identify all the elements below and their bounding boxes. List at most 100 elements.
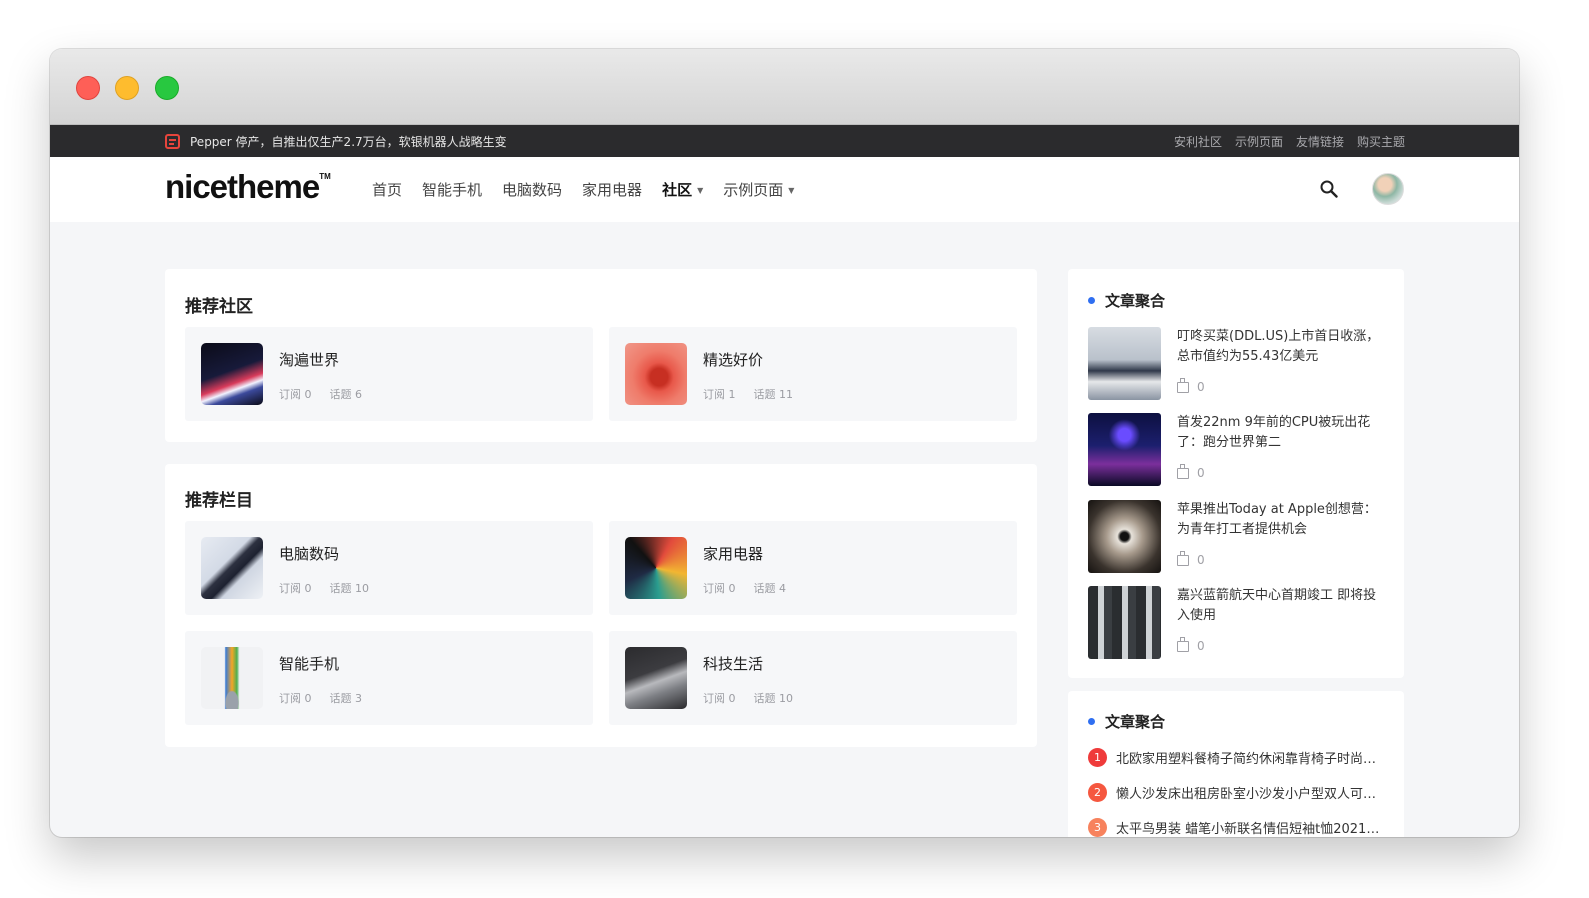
news-text[interactable]: Pepper 停产，自推出仅生产2.7万台，软银机器人战略生变 — [190, 133, 507, 150]
like-count: 0 — [1197, 466, 1205, 480]
user-avatar[interactable] — [1372, 173, 1404, 205]
maximize-window-button[interactable] — [155, 76, 179, 100]
sidebar-title-text: 文章聚合 — [1105, 292, 1166, 310]
main-nav: 首页 智能手机 电脑数码 家用电器 社区 ▼ 示例页面 ▼ — [372, 157, 794, 222]
browser-window: Pepper 停产，自推出仅生产2.7万台，软银机器人战略生变 安利社区 示例页… — [50, 49, 1519, 837]
ranking-item[interactable]: 1 北欧家用塑料餐椅子简约休闲靠背椅子时尚现代创意 — [1088, 746, 1384, 768]
nav-home[interactable]: 首页 — [372, 179, 402, 200]
card-title: 推荐栏目 — [185, 491, 253, 511]
post-like-count: 0 — [1177, 377, 1205, 394]
recommended-columns-card: 推荐栏目 电脑数码 订阅 0 话题 10 家用电器 订阅 0 话题 4 智能手机… — [165, 464, 1037, 747]
site-logo[interactable]: nicethemeTM — [165, 168, 331, 206]
topic-count: 话题 10 — [329, 582, 370, 595]
column-thumbnail — [625, 647, 687, 709]
community-item[interactable]: 淘遍世界 订阅 0 话题 6 — [185, 327, 593, 421]
post-item[interactable]: 苹果推出Today at Apple创想营：为青年打工者提供机会 0 — [1088, 500, 1384, 574]
post-item[interactable]: 叮咚买菜(DDL.US)上市首日收涨，总市值约为55.43亿美元 0 — [1088, 327, 1384, 401]
rank-badge: 2 — [1088, 782, 1107, 802]
column-item[interactable]: 电脑数码 订阅 0 话题 10 — [185, 521, 593, 615]
subscribe-count: 订阅 0 — [279, 582, 312, 595]
bullet-dot-icon — [1088, 718, 1095, 725]
sidebar-posts-card: 文章聚合 叮咚买菜(DDL.US)上市首日收涨，总市值约为55.43亿美元 0 … — [1068, 269, 1404, 678]
topic-count: 话题 3 — [329, 692, 363, 705]
column-item[interactable]: 科技生活 订阅 0 话题 10 — [609, 631, 1017, 725]
subscribe-count: 订阅 0 — [703, 692, 736, 705]
post-title[interactable]: 叮咚买菜(DDL.US)上市首日收涨，总市值约为55.43亿美元 — [1177, 327, 1382, 367]
column-name: 科技生活 — [703, 655, 764, 673]
window-titlebar — [50, 49, 1519, 125]
post-title[interactable]: 苹果推出Today at Apple创想营：为青年打工者提供机会 — [1177, 500, 1382, 540]
logo-text: nicetheme — [165, 168, 320, 205]
like-icon — [1177, 377, 1189, 393]
like-icon — [1177, 463, 1189, 479]
post-item[interactable]: 首发22nm 9年前的CPU被玩出花了：跑分世界第二 0 — [1088, 413, 1384, 487]
ranking-item[interactable]: 2 懒人沙发床出租房卧室小沙发小户型双人可折叠 — [1088, 781, 1384, 803]
nav-sample-page-label: 示例页面 — [723, 181, 784, 199]
top-link-community[interactable]: 安利社区 — [1174, 133, 1222, 150]
topic-count: 话题 4 — [753, 582, 787, 595]
nav-smartphone[interactable]: 智能手机 — [422, 179, 482, 200]
column-thumbnail — [201, 537, 263, 599]
top-bar: Pepper 停产，自推出仅生产2.7万台，软银机器人战略生变 安利社区 示例页… — [50, 125, 1519, 157]
post-like-count: 0 — [1177, 636, 1205, 653]
site-header: nicethemeTM 首页 智能手机 电脑数码 家用电器 社区 ▼ 示例页面 ▼ — [50, 157, 1519, 222]
chevron-down-icon: ▼ — [788, 186, 795, 195]
post-thumbnail — [1088, 327, 1161, 400]
column-name: 家用电器 — [703, 545, 764, 563]
community-thumbnail — [625, 343, 687, 405]
news-icon — [165, 133, 180, 149]
column-meta: 订阅 0 话题 10 — [703, 690, 793, 706]
ranking-text: 太平鸟男装 蜡笔小新联名情侣短袖t恤2021夏季新款 — [1116, 821, 1384, 837]
nav-computer-digital[interactable]: 电脑数码 — [502, 179, 562, 200]
sidebar-title: 文章聚合 — [1088, 711, 1165, 732]
community-item[interactable]: 精选好价 订阅 1 话题 11 — [609, 327, 1017, 421]
column-meta: 订阅 0 话题 3 — [279, 690, 362, 706]
top-link-buy-theme[interactable]: 购买主题 — [1357, 133, 1405, 150]
post-title[interactable]: 首发22nm 9年前的CPU被玩出花了：跑分世界第二 — [1177, 413, 1382, 453]
close-window-button[interactable] — [76, 76, 100, 100]
column-thumbnail — [201, 647, 263, 709]
nav-home-appliance[interactable]: 家用电器 — [582, 179, 642, 200]
search-icon[interactable] — [1320, 180, 1338, 198]
bullet-dot-icon — [1088, 297, 1095, 304]
chevron-down-icon: ▼ — [697, 186, 704, 195]
ranking-text: 北欧家用塑料餐椅子简约休闲靠背椅子时尚现代创意 — [1116, 751, 1384, 767]
post-item[interactable]: 嘉兴蓝箭航天中心首期竣工 即将投入使用 0 — [1088, 586, 1384, 660]
card-title: 推荐社区 — [185, 297, 253, 317]
top-links: 安利社区 示例页面 友情链接 购买主题 — [1174, 125, 1405, 157]
top-link-friend-links[interactable]: 友情链接 — [1296, 133, 1344, 150]
recommended-community-card: 推荐社区 淘遍世界 订阅 0 话题 6 精选好价 订阅 1 话题 11 — [165, 269, 1037, 442]
column-item[interactable]: 智能手机 订阅 0 话题 3 — [185, 631, 593, 725]
topic-count: 话题 10 — [753, 692, 794, 705]
column-meta: 订阅 0 话题 4 — [703, 580, 786, 596]
post-thumbnail — [1088, 413, 1161, 486]
sidebar-title-text: 文章聚合 — [1105, 713, 1166, 731]
like-count: 0 — [1197, 380, 1205, 394]
logo-trademark: TM — [319, 172, 331, 181]
like-count: 0 — [1197, 553, 1205, 567]
post-title[interactable]: 嘉兴蓝箭航天中心首期竣工 即将投入使用 — [1177, 586, 1382, 626]
like-count: 0 — [1197, 639, 1205, 653]
like-icon — [1177, 550, 1189, 566]
ranking-text: 懒人沙发床出租房卧室小沙发小户型双人可折叠 — [1116, 786, 1384, 802]
community-meta: 订阅 1 话题 11 — [703, 386, 793, 402]
subscribe-count: 订阅 0 — [703, 582, 736, 595]
column-meta: 订阅 0 话题 10 — [279, 580, 369, 596]
nav-community[interactable]: 社区 ▼ — [662, 179, 703, 200]
ranking-item[interactable]: 3 太平鸟男装 蜡笔小新联名情侣短袖t恤2021夏季新款 — [1088, 816, 1384, 837]
rank-badge: 1 — [1088, 747, 1107, 767]
community-thumbnail — [201, 343, 263, 405]
post-thumbnail — [1088, 586, 1161, 659]
subscribe-count: 订阅 0 — [279, 692, 312, 705]
nav-community-label: 社区 — [662, 181, 693, 199]
like-icon — [1177, 636, 1189, 652]
rank-badge: 3 — [1088, 817, 1107, 837]
subscribe-count: 订阅 0 — [279, 388, 312, 401]
nav-sample-page[interactable]: 示例页面 ▼ — [723, 179, 794, 200]
topic-count: 话题 6 — [329, 388, 363, 401]
minimize-window-button[interactable] — [115, 76, 139, 100]
post-thumbnail — [1088, 500, 1161, 573]
news-ticker[interactable]: Pepper 停产，自推出仅生产2.7万台，软银机器人战略生变 — [165, 125, 507, 157]
top-link-sample-page[interactable]: 示例页面 — [1235, 133, 1283, 150]
column-item[interactable]: 家用电器 订阅 0 话题 4 — [609, 521, 1017, 615]
